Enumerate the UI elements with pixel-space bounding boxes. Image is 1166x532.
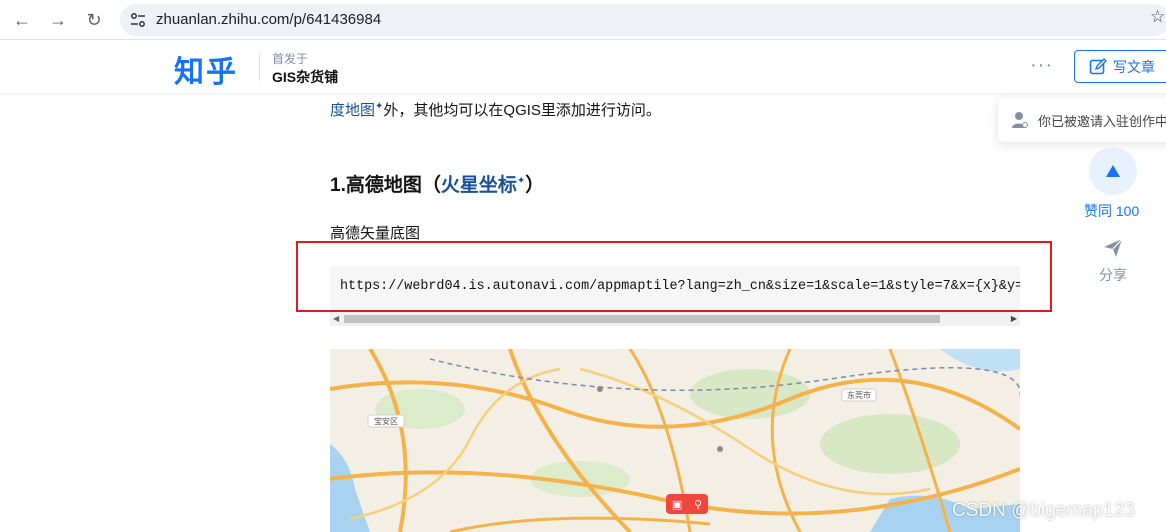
heading-prefix: 1.高德地图（ bbox=[330, 175, 441, 196]
map-label-dongguan: 东莞市 bbox=[847, 390, 871, 400]
site-header: 知乎 首发于 GIS杂货铺 ··· 写文章 bbox=[0, 40, 1166, 93]
heading-suffix: ） bbox=[525, 175, 545, 196]
address-bar[interactable]: zhuanlan.zhihu.com/p/641436984 bbox=[120, 4, 1166, 36]
write-article-button[interactable]: 写文章 bbox=[1074, 50, 1166, 83]
scroll-thumb[interactable] bbox=[344, 315, 940, 323]
amap-screenshot: 宝安区 东莞市 ▣ ⚲ bbox=[330, 349, 1020, 532]
map-image-tools[interactable]: ▣ ⚲ bbox=[666, 494, 708, 514]
publication-name[interactable]: GIS杂货铺 bbox=[272, 67, 338, 87]
map-label-baoan: 宝安区 bbox=[374, 416, 398, 426]
code-scrollbar[interactable]: ◀ ▶ bbox=[330, 312, 1020, 326]
edit-icon bbox=[1089, 57, 1107, 74]
highlight-box bbox=[296, 241, 1052, 312]
invite-toast[interactable]: 你已被邀请入驻创作中心 bbox=[998, 98, 1166, 142]
scan-icon[interactable]: ▣ bbox=[672, 498, 682, 511]
arrow-left-icon: ← bbox=[13, 9, 31, 30]
csdn-watermark: CSDN @bigemap123 bbox=[952, 500, 1135, 521]
upvote-button[interactable] bbox=[1089, 147, 1137, 195]
invite-text: 你已被邀请入驻创作中心 bbox=[1038, 113, 1166, 129]
search-icon[interactable]: ⚲ bbox=[694, 498, 702, 511]
mars-coordinate-link[interactable]: 火星坐标 bbox=[441, 175, 517, 196]
header-divider bbox=[259, 53, 260, 81]
scroll-right-arrow-icon[interactable]: ▶ bbox=[1011, 314, 1017, 323]
upvote-count[interactable]: 赞同 100 bbox=[1084, 201, 1139, 221]
reload-icon: ↻ bbox=[86, 9, 102, 30]
reload-button[interactable]: ↻ bbox=[80, 6, 108, 34]
baidu-map-link[interactable]: 度地图 bbox=[330, 102, 375, 119]
back-button[interactable]: ← bbox=[8, 6, 36, 34]
url-text[interactable]: zhuanlan.zhihu.com/p/641436984 bbox=[156, 11, 381, 28]
site-settings-icon[interactable] bbox=[130, 12, 146, 28]
arrow-right-icon: → bbox=[49, 9, 67, 30]
forward-button[interactable]: → bbox=[44, 6, 72, 34]
vector-basemap-caption: 高德矢量底图 bbox=[330, 225, 421, 242]
more-icon[interactable]: ··· bbox=[1030, 54, 1053, 77]
user-icon bbox=[1012, 112, 1028, 128]
section-heading: 1.高德地图（火星坐标✦） bbox=[330, 170, 544, 197]
share-icon[interactable] bbox=[1103, 238, 1123, 258]
link-marker: ✦ bbox=[516, 175, 526, 187]
article-paragraph: 度地图✦外，其他均可以在QGIS里添加进行访问。 bbox=[330, 99, 661, 120]
scroll-left-arrow-icon[interactable]: ◀ bbox=[333, 314, 339, 323]
paragraph-text: 外，其他均可以在QGIS里添加进行访问。 bbox=[383, 102, 661, 119]
zhihu-logo[interactable]: 知乎 bbox=[174, 47, 238, 91]
browser-toolbar: ← → ↻ zhuanlan.zhihu.com/p/641436984 ☆ bbox=[0, 0, 1166, 40]
published-label: 首发于 bbox=[272, 52, 309, 66]
bookmark-star-icon[interactable]: ☆ bbox=[1150, 7, 1165, 27]
share-label[interactable]: 分享 bbox=[1099, 265, 1127, 285]
write-article-label: 写文章 bbox=[1113, 58, 1155, 75]
triangle-up-icon bbox=[1106, 165, 1120, 177]
